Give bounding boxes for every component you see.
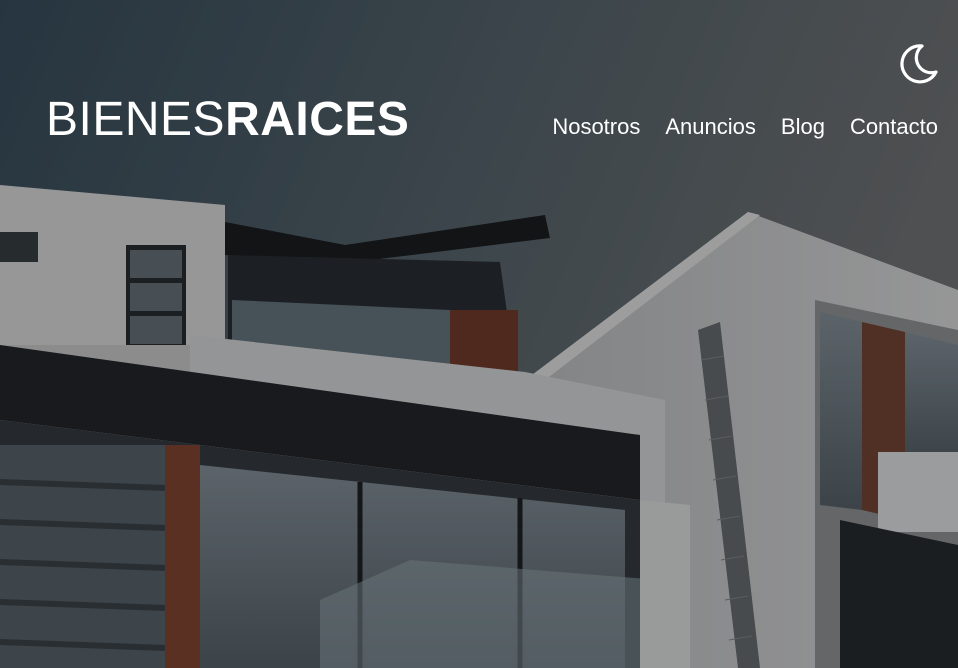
nav-link-contacto[interactable]: Contacto [850,112,938,142]
moon-icon [900,44,938,84]
logo-light-text: BIENES [46,93,226,146]
logo-bold-text: RAICES [225,93,410,146]
nav-link-nosotros[interactable]: Nosotros [552,112,640,142]
nav-link-anuncios[interactable]: Anuncios [665,112,756,142]
dark-mode-toggle[interactable] [898,42,940,86]
nav-link-blog[interactable]: Blog [781,112,825,142]
main-navigation: Nosotros Anuncios Blog Contacto [552,112,938,142]
hero-header: BIENESRAICES Nosotros Anuncios Blog Cont… [0,0,958,668]
site-logo[interactable]: BIENESRAICES [46,92,409,148]
